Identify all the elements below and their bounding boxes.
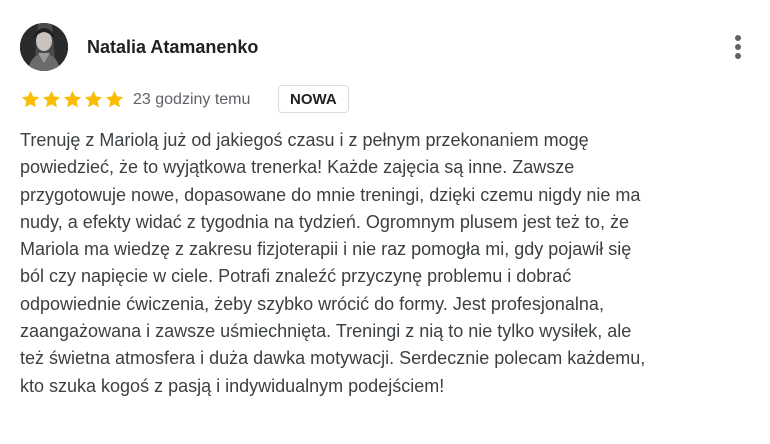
review-text-line: zaangażowana i zawsze uśmiechnięta. Tren… [20,321,632,342]
new-badge: NOWA [278,85,349,113]
review-text-line: Mariola ma wiedzę z zakresu fizjoterapii… [20,239,632,260]
review-text-line: ból czy napięcie w ciele. Potrafi znaleź… [20,266,572,287]
review-time: 23 godziny temu [133,91,251,108]
review-card: Natalia Atamanenko 23 godziny temu NOWA … [0,0,770,444]
review-meta: 23 godziny temu NOWA [20,85,760,115]
review-text-line: przygotowuje nowe, dopasowane do mnie tr… [20,184,641,205]
more-vertical-icon-dot [735,44,741,50]
star-rating [20,89,125,111]
review-text: Trenuję z Mariolą już od jakiegoś czasu … [20,127,755,400]
more-vertical-icon-dot [735,53,741,59]
star-filled-icon [104,89,125,110]
star-filled-icon [62,89,83,110]
review-text-line: kto szuka kogoś z pasją i indywidualnym … [20,375,445,396]
review-text-line: nudy, a efekty widać z tygodnia na tydzi… [20,211,629,232]
review-text-line: też świetna atmosfera i duża dawka motyw… [20,348,646,369]
avatar[interactable] [20,23,68,71]
avatar-image [20,23,68,71]
more-options-button[interactable] [729,32,747,62]
review-text-line: odpowiednie ćwiczenia, żeby szybko wróci… [20,293,604,314]
review-text-line: Trenuję z Mariolą już od jakiegoś czasu … [20,130,589,150]
star-filled-icon [83,89,104,110]
more-vertical-icon [735,35,741,41]
star-filled-icon [20,89,41,110]
author-name[interactable]: Natalia Atamanenko [87,36,258,58]
review-text-line: powiedzieć, że to wyjątkowa trenerka! Ka… [20,157,575,178]
star-filled-icon [41,89,62,110]
